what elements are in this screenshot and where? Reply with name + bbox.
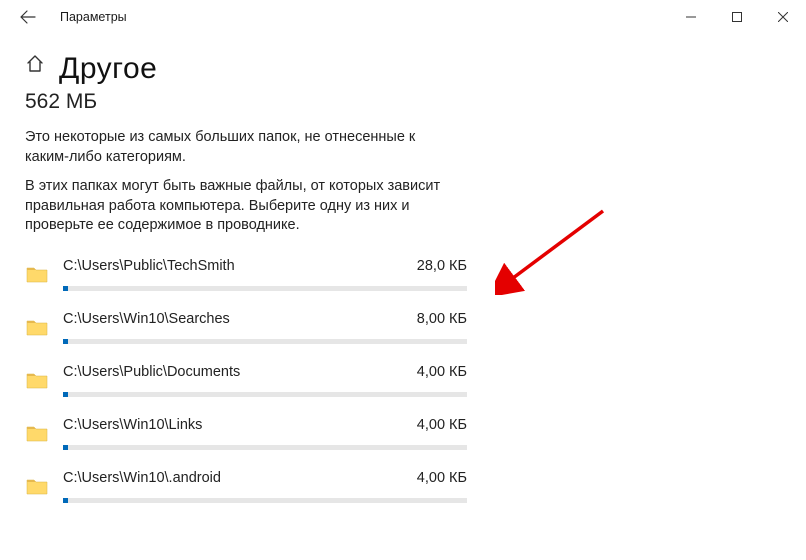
folder-item[interactable]: C:\Users\Win10\Links 4,00 КБ: [25, 417, 467, 450]
total-size: 562 МБ: [25, 90, 781, 114]
folder-path: C:\Users\Win10\Links: [63, 417, 407, 433]
folder-item[interactable]: C:\Users\Public\TechSmith 28,0 КБ: [25, 258, 467, 291]
folder-size: 28,0 КБ: [417, 258, 467, 274]
description-1: Это некоторые из самых больших папок, не…: [25, 128, 455, 167]
folder-size: 4,00 КБ: [417, 364, 467, 380]
usage-bar: [63, 339, 467, 344]
heading-row: Другое: [25, 52, 781, 86]
folder-body: C:\Users\Win10\.android 4,00 КБ: [63, 470, 467, 503]
folder-size: 8,00 КБ: [417, 311, 467, 327]
minimize-button[interactable]: [668, 0, 714, 34]
usage-bar-fill: [63, 392, 68, 397]
content: Другое 562 МБ Это некоторые из самых бол…: [0, 34, 806, 503]
folder-path: C:\Users\Public\Documents: [63, 364, 407, 380]
folder-list: C:\Users\Public\TechSmith28,0 КБC:\Users…: [25, 258, 467, 503]
folder-item[interactable]: C:\Users\Public\Documents 4,00 КБ: [25, 364, 467, 397]
folder-item[interactable]: C:\Users\Win10\.android 4,00 КБ: [25, 470, 467, 503]
titlebar: Параметры: [0, 0, 806, 34]
usage-bar-fill: [63, 286, 68, 291]
window-title: Параметры: [48, 10, 127, 24]
folder-path: C:\Users\Public\TechSmith: [63, 258, 407, 274]
maximize-button[interactable]: [714, 0, 760, 34]
folder-icon: [25, 262, 49, 286]
back-arrow-icon: [20, 9, 36, 25]
folder-body: C:\Users\Public\Documents 4,00 КБ: [63, 364, 467, 397]
page-title: Другое: [59, 52, 157, 86]
back-button[interactable]: [8, 0, 48, 34]
home-icon[interactable]: [25, 54, 45, 80]
folder-icon: [25, 474, 49, 498]
folder-path: C:\Users\Win10\.android: [63, 470, 407, 486]
folder-icon: [25, 421, 49, 445]
window-controls: [668, 0, 806, 34]
folder-body: C:\Users\Win10\Links 4,00 КБ: [63, 417, 467, 450]
description-2: В этих папках могут быть важные файлы, о…: [25, 177, 470, 236]
folder-body: C:\Users\Public\TechSmith 28,0 КБ: [63, 258, 467, 291]
folder-path: C:\Users\Win10\Searches: [63, 311, 407, 327]
folder-size: 4,00 КБ: [417, 470, 467, 486]
folder-icon: [25, 368, 49, 392]
usage-bar: [63, 286, 467, 291]
usage-bar-fill: [63, 445, 68, 450]
usage-bar: [63, 498, 467, 503]
usage-bar: [63, 392, 467, 397]
folder-body: C:\Users\Win10\Searches 8,00 КБ: [63, 311, 467, 344]
close-button[interactable]: [760, 0, 806, 34]
usage-bar: [63, 445, 467, 450]
folder-size: 4,00 КБ: [417, 417, 467, 433]
folder-item[interactable]: C:\Users\Win10\Searches 8,00 КБ: [25, 311, 467, 344]
usage-bar-fill: [63, 339, 68, 344]
folder-icon: [25, 315, 49, 339]
usage-bar-fill: [63, 498, 68, 503]
